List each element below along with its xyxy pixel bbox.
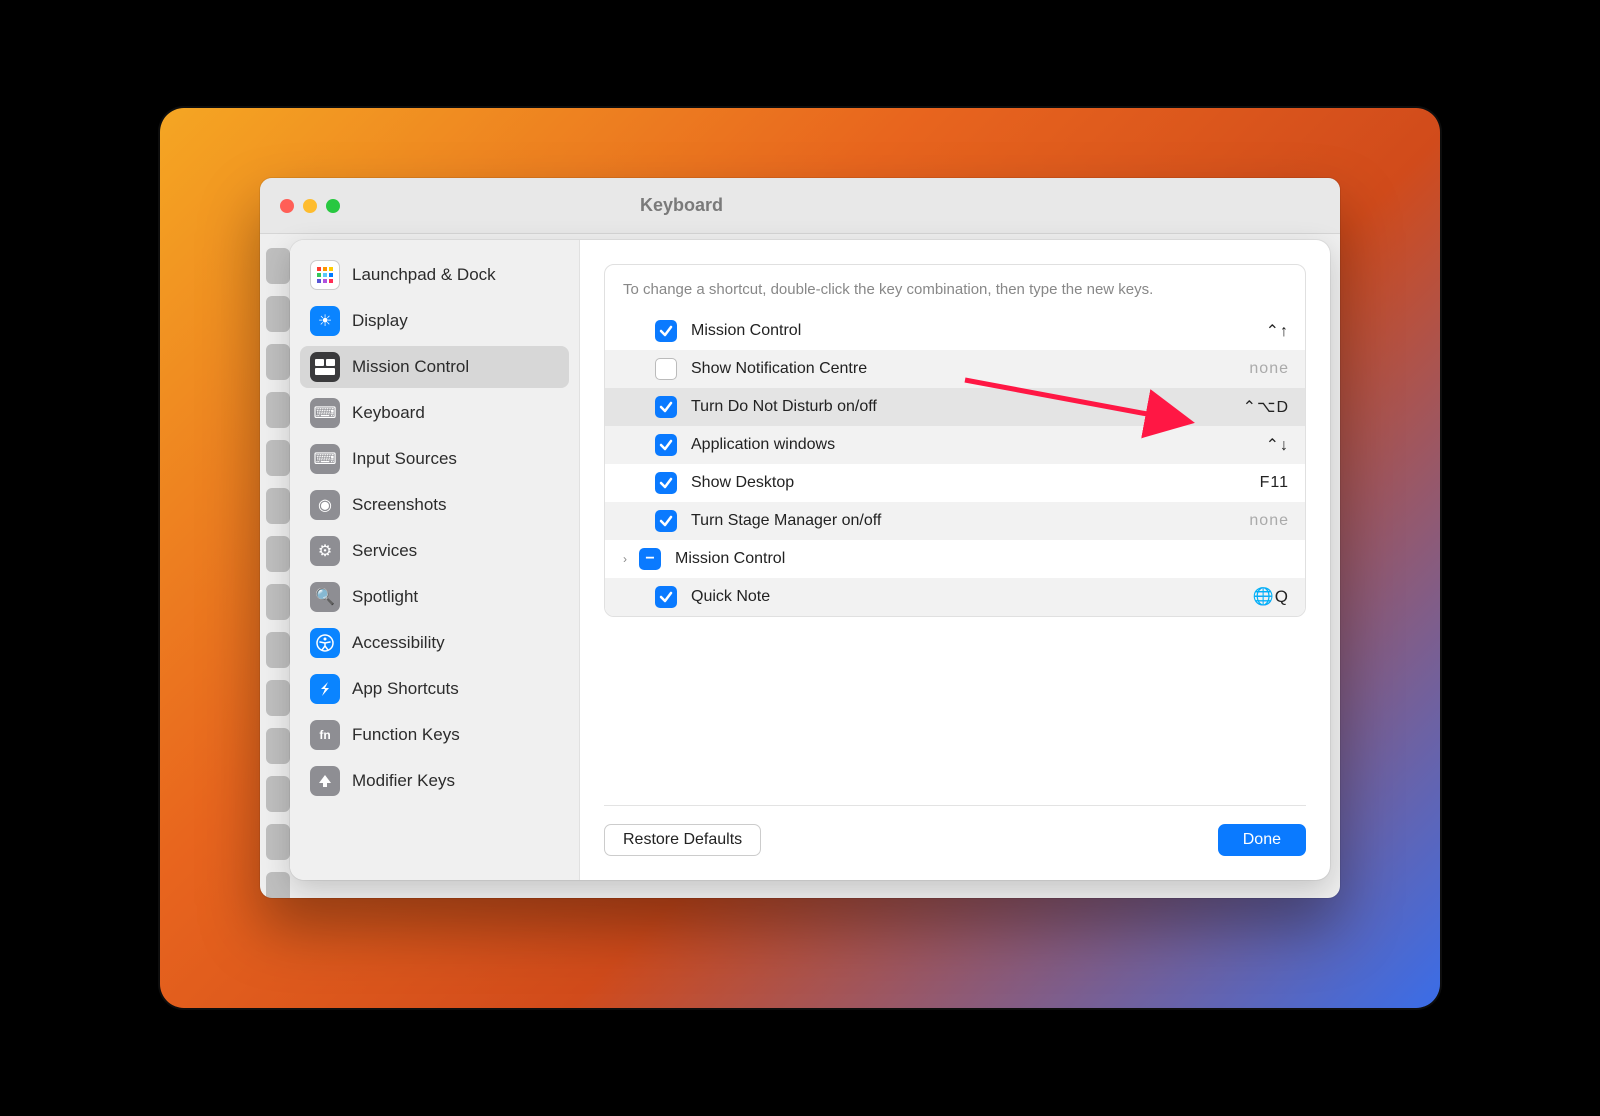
sidebar-item-label: Modifier Keys	[352, 771, 455, 791]
shortcut-label: Mission Control	[675, 550, 1289, 568]
sidebar-item-function-keys[interactable]: fn Function Keys	[300, 714, 569, 756]
checkbox[interactable]	[655, 510, 677, 532]
mission-control-icon	[310, 352, 340, 382]
restore-defaults-button[interactable]: Restore Defaults	[604, 824, 761, 856]
sidebar-item-accessibility[interactable]: Accessibility	[300, 622, 569, 664]
shortcut-row-show-desktop[interactable]: Show Desktop F11	[605, 464, 1305, 502]
shortcut-key[interactable]: none	[1249, 512, 1289, 530]
done-button[interactable]: Done	[1218, 824, 1306, 856]
shortcut-key[interactable]: none	[1249, 360, 1289, 378]
shortcut-label: Show Notification Centre	[691, 360, 1249, 378]
sidebar-item-label: Services	[352, 541, 417, 561]
sidebar-item-input-sources[interactable]: ⌨ Input Sources	[300, 438, 569, 480]
shortcut-key[interactable]: ⌃↑	[1266, 321, 1289, 341]
sidebar-item-label: Spotlight	[352, 587, 418, 607]
sidebar-item-services[interactable]: ⚙ Services	[300, 530, 569, 572]
sidebar-item-modifier-keys[interactable]: Modifier Keys	[300, 760, 569, 802]
search-icon: 🔍	[310, 582, 340, 612]
instructions-text: To change a shortcut, double-click the k…	[605, 265, 1305, 312]
keyboard-icon: ⌨	[310, 398, 340, 428]
checkbox[interactable]	[655, 358, 677, 380]
shortcut-row-mission-control[interactable]: Mission Control ⌃↑	[605, 312, 1305, 350]
window-title: Keyboard	[640, 195, 723, 216]
modifier-icon	[310, 766, 340, 796]
shortcuts-table: To change a shortcut, double-click the k…	[604, 264, 1306, 617]
shortcut-label: Turn Do Not Disturb on/off	[691, 398, 1243, 416]
shortcut-key[interactable]: 🌐Q	[1253, 587, 1289, 607]
checkbox[interactable]	[655, 472, 677, 494]
input-sources-icon: ⌨	[310, 444, 340, 474]
main-panel: To change a shortcut, double-click the k…	[580, 240, 1330, 880]
screenshot-icon: ◉	[310, 490, 340, 520]
settings-window: Keyboard Launchpad & Dock ☀︎ Display	[260, 178, 1340, 898]
sidebar-item-label: Keyboard	[352, 403, 425, 423]
collapse-icon: −	[639, 548, 661, 570]
sidebar-item-launchpad[interactable]: Launchpad & Dock	[300, 254, 569, 296]
sidebar-item-label: Input Sources	[352, 449, 457, 469]
sun-icon: ☀︎	[310, 306, 340, 336]
shortcut-row-application-windows[interactable]: Application windows ⌃↓	[605, 426, 1305, 464]
chevron-right-icon[interactable]: ›	[617, 552, 633, 566]
sidebar-item-label: Display	[352, 311, 408, 331]
close-icon[interactable]	[280, 199, 294, 213]
traffic-lights	[280, 199, 340, 213]
shortcut-key[interactable]: ⌃⌥D	[1243, 397, 1289, 417]
sidebar-item-mission-control[interactable]: Mission Control	[300, 346, 569, 388]
category-sidebar: Launchpad & Dock ☀︎ Display Mission Cont…	[290, 240, 580, 880]
accessibility-icon	[310, 628, 340, 658]
checkbox[interactable]	[655, 586, 677, 608]
sidebar-item-display[interactable]: ☀︎ Display	[300, 300, 569, 342]
zoom-icon[interactable]	[326, 199, 340, 213]
background-sidebar-hint	[266, 248, 290, 898]
sidebar-item-label: Screenshots	[352, 495, 447, 515]
checkbox[interactable]	[655, 320, 677, 342]
sidebar-item-app-shortcuts[interactable]: App Shortcuts	[300, 668, 569, 710]
shortcut-key[interactable]: ⌃↓	[1266, 435, 1289, 455]
grid-icon	[310, 260, 340, 290]
sidebar-item-label: App Shortcuts	[352, 679, 459, 699]
shortcut-row-stage-manager[interactable]: Turn Stage Manager on/off none	[605, 502, 1305, 540]
shortcut-row-quick-note[interactable]: Quick Note 🌐Q	[605, 578, 1305, 616]
shortcut-key[interactable]: F11	[1260, 474, 1289, 492]
gear-icon: ⚙	[310, 536, 340, 566]
shortcut-label: Application windows	[691, 436, 1266, 454]
titlebar: Keyboard	[260, 178, 1340, 234]
shortcut-label: Quick Note	[691, 588, 1253, 606]
minimize-icon[interactable]	[303, 199, 317, 213]
sidebar-item-label: Mission Control	[352, 357, 469, 377]
sidebar-item-label: Launchpad & Dock	[352, 265, 496, 285]
sidebar-item-label: Accessibility	[352, 633, 445, 653]
sidebar-item-spotlight[interactable]: 🔍 Spotlight	[300, 576, 569, 618]
app-shortcuts-icon	[310, 674, 340, 704]
sidebar-item-label: Function Keys	[352, 725, 460, 745]
shortcut-row-notification-centre[interactable]: Show Notification Centre none	[605, 350, 1305, 388]
shortcut-label: Turn Stage Manager on/off	[691, 512, 1249, 530]
shortcut-label: Mission Control	[691, 322, 1266, 340]
fn-icon: fn	[310, 720, 340, 750]
shortcut-label: Show Desktop	[691, 474, 1260, 492]
sheet-footer: Restore Defaults Done	[604, 805, 1306, 856]
shortcut-row-do-not-disturb[interactable]: Turn Do Not Disturb on/off ⌃⌥D	[605, 388, 1305, 426]
sidebar-item-screenshots[interactable]: ◉ Screenshots	[300, 484, 569, 526]
sidebar-item-keyboard[interactable]: ⌨ Keyboard	[300, 392, 569, 434]
shortcut-group-mission-control[interactable]: › − Mission Control	[605, 540, 1305, 578]
shortcuts-sheet: Launchpad & Dock ☀︎ Display Mission Cont…	[290, 240, 1330, 880]
checkbox[interactable]	[655, 434, 677, 456]
checkbox[interactable]	[655, 396, 677, 418]
desktop-wallpaper: Keyboard Launchpad & Dock ☀︎ Display	[160, 108, 1440, 1008]
